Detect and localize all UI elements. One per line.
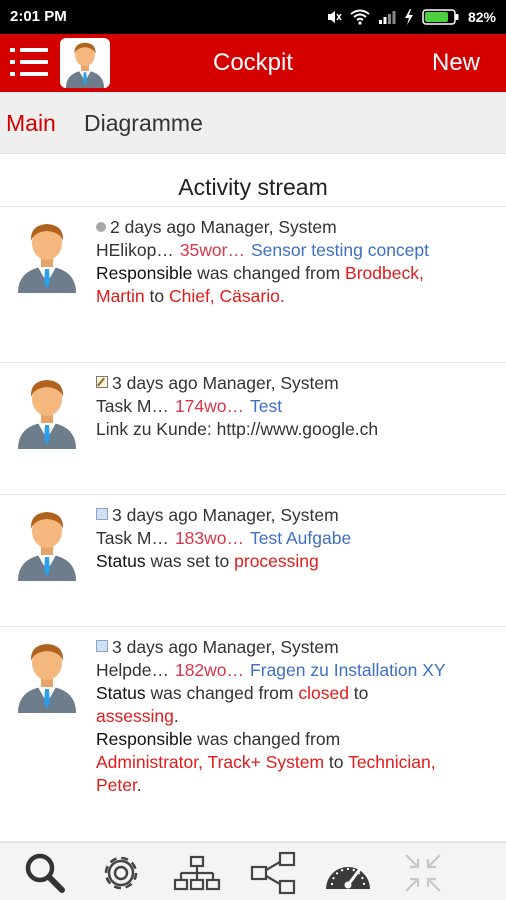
settings-button[interactable] — [96, 849, 146, 897]
new-value-cont: Peter — [96, 775, 137, 795]
item-ref[interactable]: 174wo… — [175, 396, 244, 416]
comment-text: Link zu Kunde: http://www.google.ch — [96, 419, 379, 439]
task-icon — [96, 640, 108, 652]
item-link[interactable]: Sensor testing concept — [251, 240, 429, 260]
change-text: was changed from — [192, 263, 346, 283]
item-ref[interactable]: 182wo… — [175, 660, 244, 680]
person-avatar-icon — [18, 224, 76, 293]
tab-main[interactable]: Main — [6, 110, 56, 137]
item-title: Task M… — [96, 396, 169, 416]
entry-time: 2 days ago — [110, 217, 196, 237]
change-text: to — [324, 752, 349, 772]
status-dot-icon — [96, 222, 106, 232]
clock: 2:01 PM — [10, 8, 67, 25]
new-value: assessing — [96, 706, 174, 726]
new-value: processing — [234, 551, 319, 571]
entry-time: 3 days ago — [112, 637, 198, 657]
collapse-arrows-icon — [405, 854, 441, 892]
entry-author: Manager, System — [202, 637, 339, 657]
search-icon — [25, 853, 65, 893]
entry-time: 3 days ago — [112, 505, 198, 525]
bottom-nav — [0, 842, 506, 900]
edit-note-icon — [96, 376, 108, 388]
hierarchy-button[interactable] — [172, 849, 222, 897]
item-ref[interactable]: 35wor… — [180, 240, 245, 260]
activity-entry[interactable]: 3 days ago Manager, System Helpde… 182wo…… — [0, 627, 506, 842]
field-label: Status — [96, 551, 146, 571]
field-label: Responsible — [96, 263, 193, 283]
change-text: was changed from — [145, 683, 299, 703]
tab-bar: Main Diagramme — [0, 92, 506, 154]
change-text: was set to — [145, 551, 235, 571]
activity-stream-title: Activity stream — [178, 174, 328, 200]
signal-icon — [378, 11, 396, 24]
old-value: closed — [298, 683, 349, 703]
activity-entry[interactable]: 3 days ago Manager, System Task M… 174wo…… — [0, 363, 506, 495]
entry-author: Manager, System — [202, 505, 339, 525]
new-button[interactable]: New — [432, 49, 480, 77]
activity-entry[interactable]: 3 days ago Manager, System Task M… 183wo…… — [0, 495, 506, 627]
field-label: Status — [96, 683, 146, 703]
change-text: was changed from — [192, 729, 341, 749]
network-button[interactable] — [248, 849, 298, 897]
cockpit-button[interactable] — [322, 849, 372, 897]
search-button[interactable] — [20, 849, 70, 897]
new-value: Chief, Cäsario. — [168, 286, 285, 306]
collapse-button[interactable] — [398, 849, 448, 897]
item-title: Helpde… — [96, 660, 169, 680]
hierarchy-icon — [173, 855, 221, 891]
new-value: Technician, — [348, 752, 436, 772]
mute-icon — [327, 11, 342, 23]
item-link[interactable]: Fragen zu Installation XY — [250, 660, 446, 680]
person-avatar-icon — [18, 644, 76, 713]
battery-icon — [422, 9, 459, 25]
status-icons: 82% — [326, 6, 496, 28]
status-bar: 2:01 PM 82% — [0, 0, 506, 34]
activity-entry[interactable]: 2 days ago Manager, System HElikop… 35wor… — [0, 207, 506, 363]
old-value: Brodbeck, — [345, 263, 424, 283]
field-label: Responsible — [96, 729, 193, 749]
task-icon — [96, 508, 108, 520]
person-avatar-icon — [18, 512, 76, 581]
battery-percent: 82% — [467, 9, 496, 25]
charging-icon — [404, 9, 413, 25]
punctuation: . — [136, 775, 142, 795]
punctuation: . — [173, 706, 179, 726]
gear-icon — [104, 856, 138, 890]
item-ref[interactable]: 183wo… — [175, 528, 244, 548]
app-bar: Cockpit New — [0, 34, 506, 92]
entry-author: Manager, System — [200, 217, 337, 237]
change-text: to — [348, 683, 369, 703]
item-link[interactable]: Test Aufgabe — [250, 528, 351, 548]
old-value: Administrator, Track+ System — [96, 752, 325, 772]
tab-diagramme[interactable]: Diagramme — [84, 110, 203, 137]
share-network-icon — [250, 851, 296, 895]
wifi-icon — [350, 9, 370, 25]
old-value-cont: Martin — [96, 286, 145, 306]
item-title: Task M… — [96, 528, 169, 548]
page-title: Cockpit — [212, 49, 294, 76]
person-avatar-icon — [18, 380, 76, 449]
dashboard-gauge-icon — [326, 867, 370, 889]
item-link[interactable]: Test — [250, 396, 282, 416]
entry-time: 3 days ago — [112, 373, 198, 393]
change-text: to — [144, 286, 169, 306]
item-title: HElikop… — [96, 240, 174, 260]
entry-author: Manager, System — [202, 373, 339, 393]
